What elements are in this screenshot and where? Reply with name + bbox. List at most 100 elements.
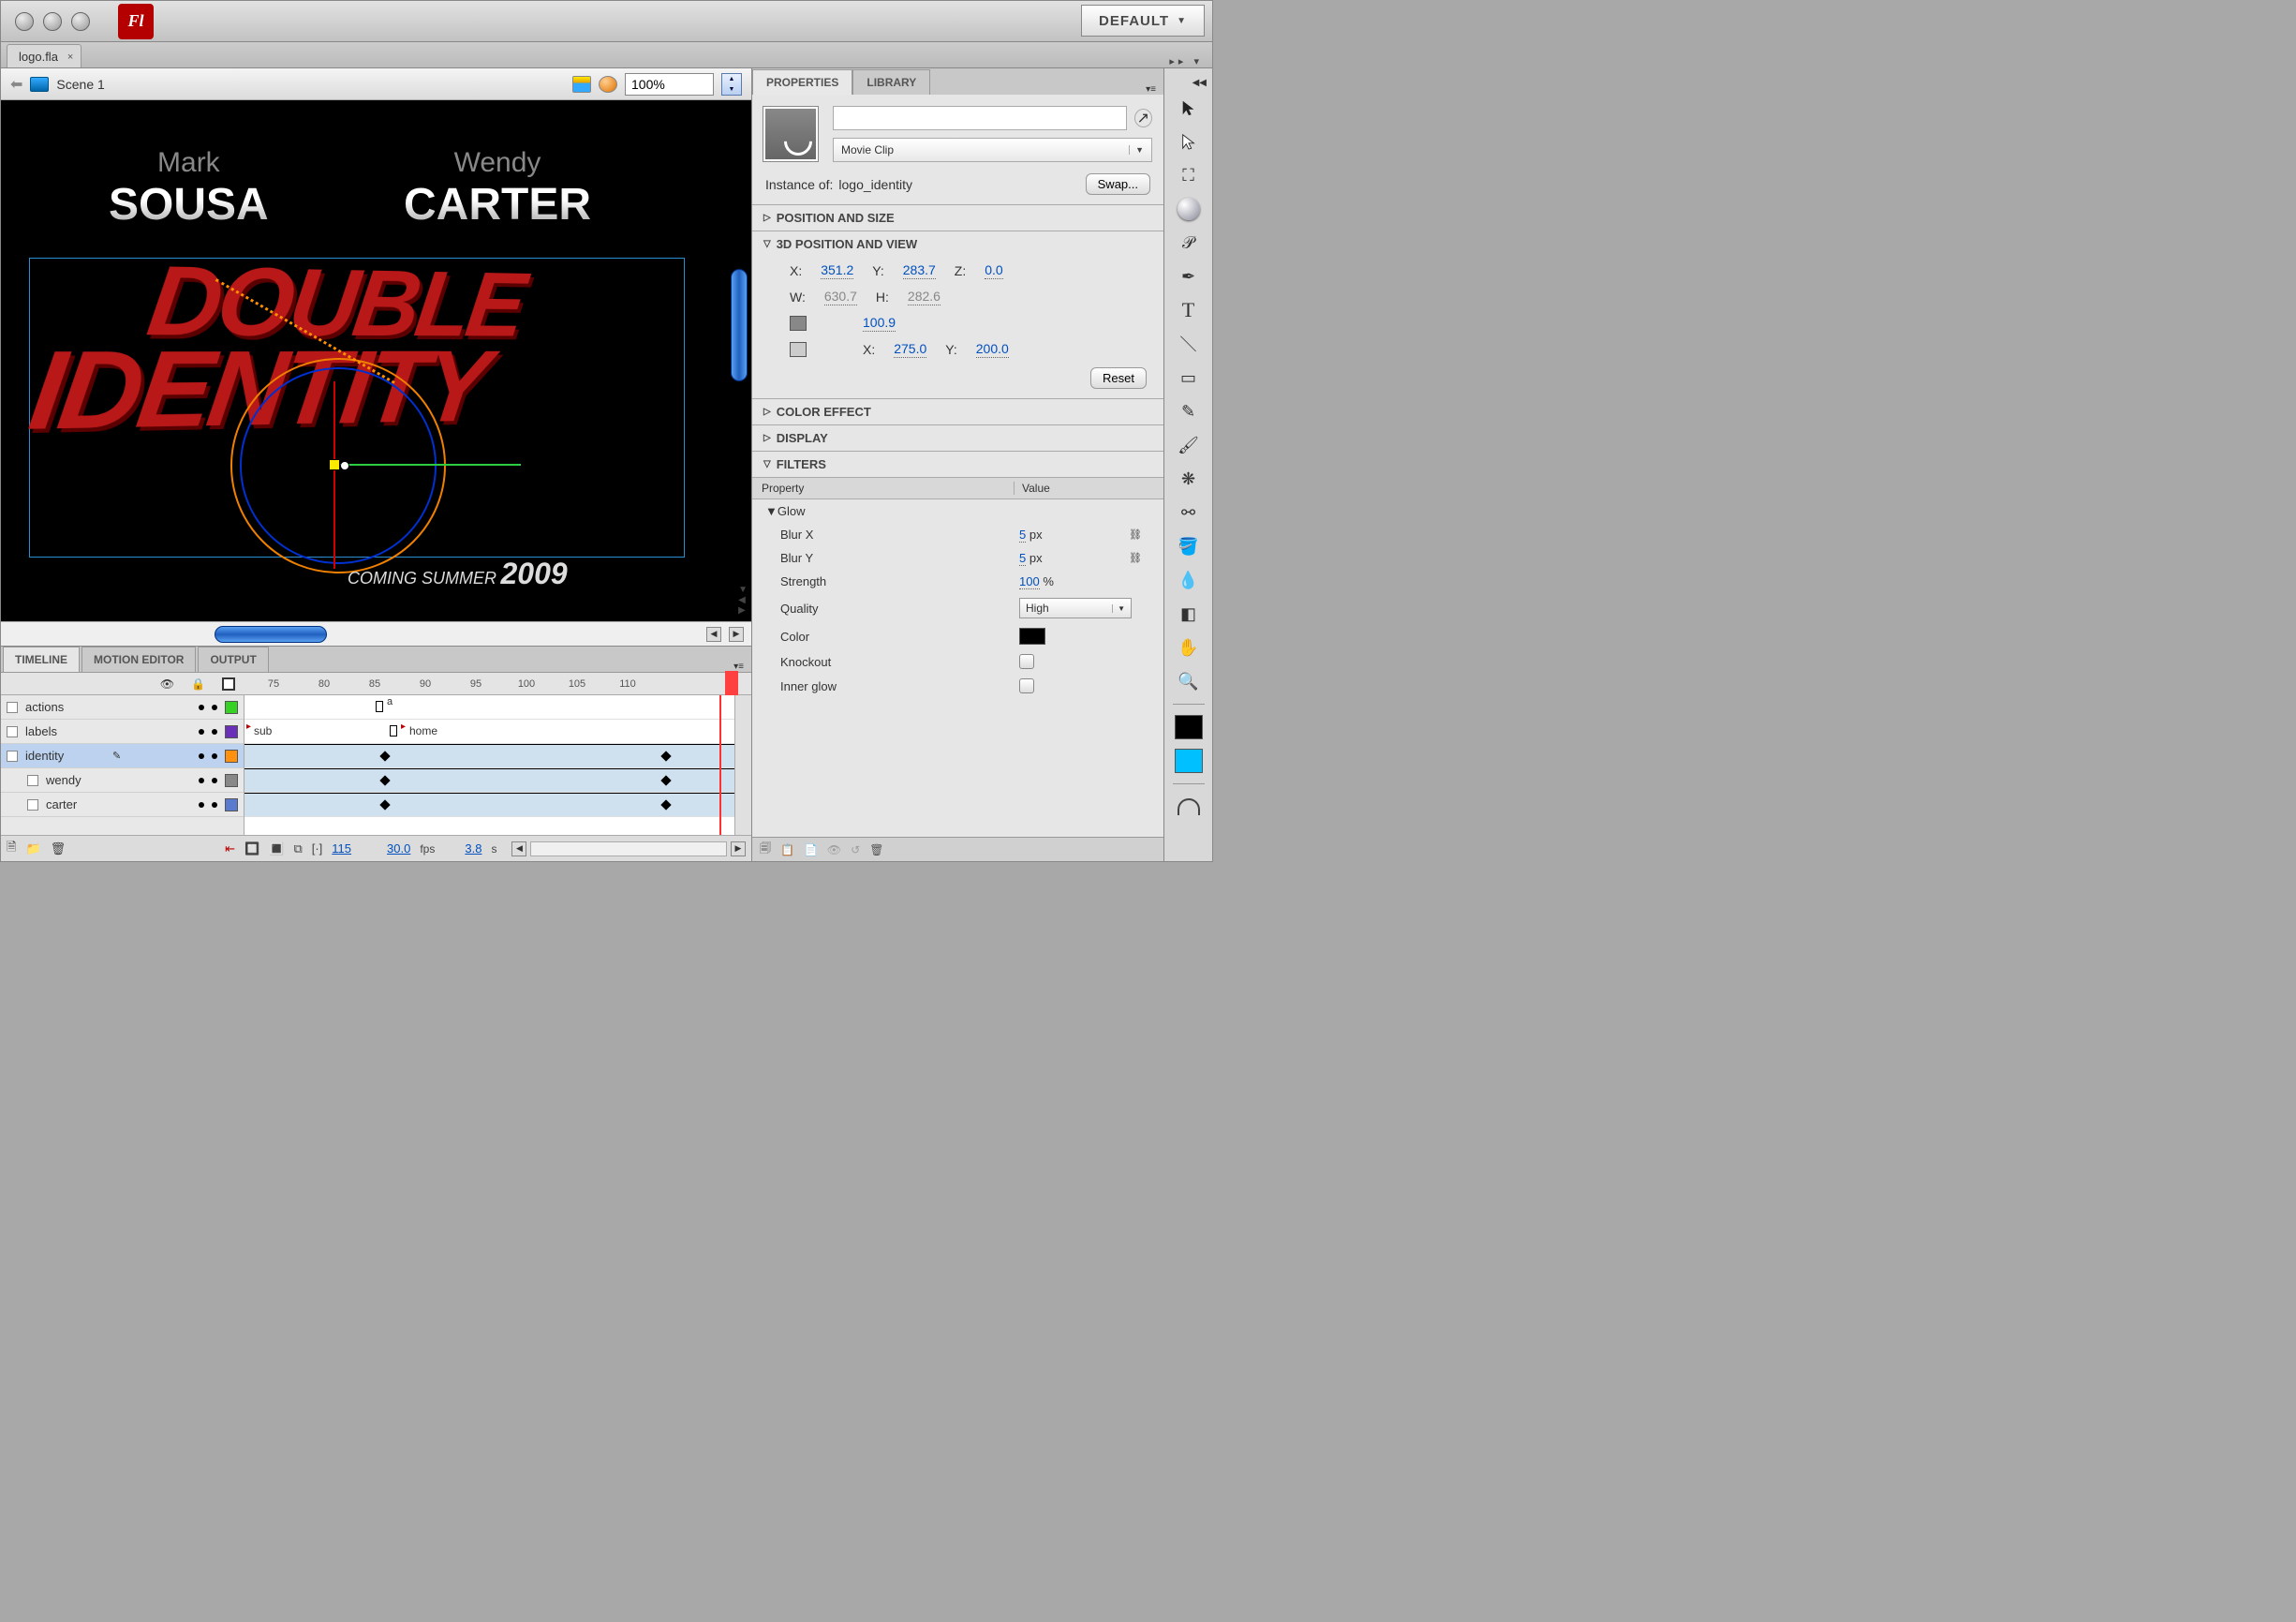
visibility-toggle[interactable] [199,753,204,759]
tab-logo-fla[interactable]: logo.fla × [7,44,81,67]
pencil-tool[interactable]: ✎ [1173,397,1205,425]
zoom-stepper[interactable]: ▲▼ [721,73,742,96]
section-position-size[interactable]: ▷POSITION AND SIZE [752,205,1163,231]
visibility-toggle[interactable] [199,778,204,783]
reset-button[interactable]: Reset [1090,367,1147,389]
keyframe[interactable] [660,751,671,761]
deco-tool[interactable]: ❋ [1173,465,1205,493]
layer-row[interactable]: wendy [1,768,244,793]
playhead[interactable] [725,671,738,695]
vx-value[interactable]: 275.0 [894,341,926,358]
section-filters[interactable]: ▽FILTERS [752,452,1163,477]
visibility-toggle[interactable] [199,802,204,808]
options-snap[interactable] [1173,793,1205,821]
scene-name[interactable]: Scene 1 [56,77,104,92]
selection-tool[interactable] [1173,94,1205,122]
tab-overflow-icon[interactable]: ▸▸ ▾ [1169,55,1203,67]
workspace-switcher[interactable]: DEFAULT [1081,5,1205,37]
close-tab-icon[interactable]: × [67,52,73,63]
visibility-toggle[interactable] [199,705,204,710]
instance-name-input[interactable] [833,106,1127,130]
layer-row[interactable]: actions [1,695,244,720]
layer-row[interactable]: labels [1,720,244,744]
outline-color[interactable] [225,725,238,738]
frame-row-carter[interactable] [244,793,734,817]
visibility-column-icon[interactable]: 👁 [160,677,174,691]
keyframe[interactable] [379,751,390,761]
timeline-hscroll-track[interactable] [530,841,727,856]
transform-pivot[interactable] [329,459,340,470]
outline-color[interactable] [225,774,238,787]
panel-menu-icon[interactable]: ▾≡ [1146,84,1156,95]
tab-timeline[interactable]: TIMELINE [3,647,80,672]
lock-toggle[interactable] [212,705,217,710]
onion-outline-icon[interactable]: 🔳 [269,841,284,856]
outline-color[interactable] [225,701,238,714]
layer-row[interactable]: carter [1,793,244,817]
layer-row[interactable]: identity✎ [1,744,244,768]
rectangle-tool[interactable]: ▭ [1173,364,1205,392]
3d-rotation-tool[interactable] [1173,195,1205,223]
onion-skin-icon[interactable]: 🔲 [244,841,259,856]
filter-glow[interactable]: ▼ Glow [752,499,1163,523]
enable-filter-icon[interactable]: 👁 [827,843,841,856]
keyframe[interactable] [660,775,671,785]
frame-row-actions[interactable]: a [244,695,734,720]
line-tool[interactable]: ＼ [1173,330,1205,358]
lock-toggle[interactable] [212,778,217,783]
edit-scene-icon[interactable] [572,76,591,93]
knockout-checkbox[interactable] [1019,654,1034,669]
x-axis-handle[interactable] [333,464,521,466]
inner-glow-checkbox[interactable] [1019,678,1034,693]
edit-multiple-icon[interactable]: ⧉ [293,841,302,856]
open-symbol-icon[interactable]: ↗ [1134,109,1152,127]
presets-icon[interactable]: 📋 [780,843,794,856]
current-frame[interactable]: 115 [332,841,351,856]
lock-toggle[interactable] [212,753,217,759]
goto-first-icon[interactable]: ⇤ [225,841,235,856]
quality-select[interactable]: High [1019,598,1132,618]
tab-library[interactable]: LIBRARY [852,69,930,95]
stroke-color[interactable] [1173,713,1205,741]
y-axis-handle[interactable] [333,381,335,569]
bone-tool[interactable]: ⚯ [1173,499,1205,527]
symbol-type-select[interactable]: Movie Clip [833,138,1152,162]
blank-keyframe[interactable] [376,701,383,712]
z-value[interactable]: 0.0 [985,262,1002,279]
y-value[interactable]: 283.7 [903,262,936,279]
zoom-window-button[interactable] [71,12,90,31]
timeline-vscroll[interactable] [734,695,751,835]
frame-rate[interactable]: 30.0 [387,841,410,856]
scroll-right-icon[interactable]: ▶ [731,841,746,856]
outline-color[interactable] [225,798,238,811]
keyframe[interactable] [379,775,390,785]
elapsed-time[interactable]: 3.8 [465,841,481,856]
eraser-tool[interactable]: ◧ [1173,600,1205,628]
pen-tool[interactable]: ✒ [1173,262,1205,290]
close-window-button[interactable] [15,12,34,31]
frame-row-labels[interactable]: ▸ sub ▸ home [244,720,734,744]
tab-output[interactable]: OUTPUT [198,647,268,672]
text-tool[interactable]: T [1173,296,1205,324]
vy-value[interactable]: 200.0 [976,341,1009,358]
outline-color[interactable] [225,750,238,763]
visibility-toggle[interactable] [199,729,204,735]
hand-tool[interactable]: ✋ [1173,633,1205,662]
stage-canvas[interactable]: Mark SOUSA Wendy CARTER DOUBLE IDENTITY [1,100,751,621]
keyframe[interactable] [660,799,671,810]
section-color-effect[interactable]: ▷COLOR EFFECT [752,399,1163,424]
lock-toggle[interactable] [212,729,217,735]
tab-motion-editor[interactable]: MOTION EDITOR [81,647,196,672]
perspective-value[interactable]: 100.9 [863,315,896,332]
frame-row-wendy[interactable] [244,768,734,793]
lasso-tool[interactable]: 𝒫 [1173,229,1205,257]
tab-properties[interactable]: PROPERTIES [752,69,852,95]
scroll-left-icon[interactable]: ◀ [706,627,721,642]
prop-value[interactable]: 100 [1019,574,1040,589]
paint-bucket-tool[interactable]: 🪣 [1173,532,1205,560]
stage-vscroll-thumb[interactable] [731,269,748,381]
frame-ruler[interactable]: 75 80 85 90 95 100 105 110 [244,673,751,694]
section-display[interactable]: ▷DISPLAY [752,425,1163,451]
stage-hscroll-thumb[interactable] [215,626,327,643]
delete-filter-icon[interactable]: 🗑 [869,843,883,856]
